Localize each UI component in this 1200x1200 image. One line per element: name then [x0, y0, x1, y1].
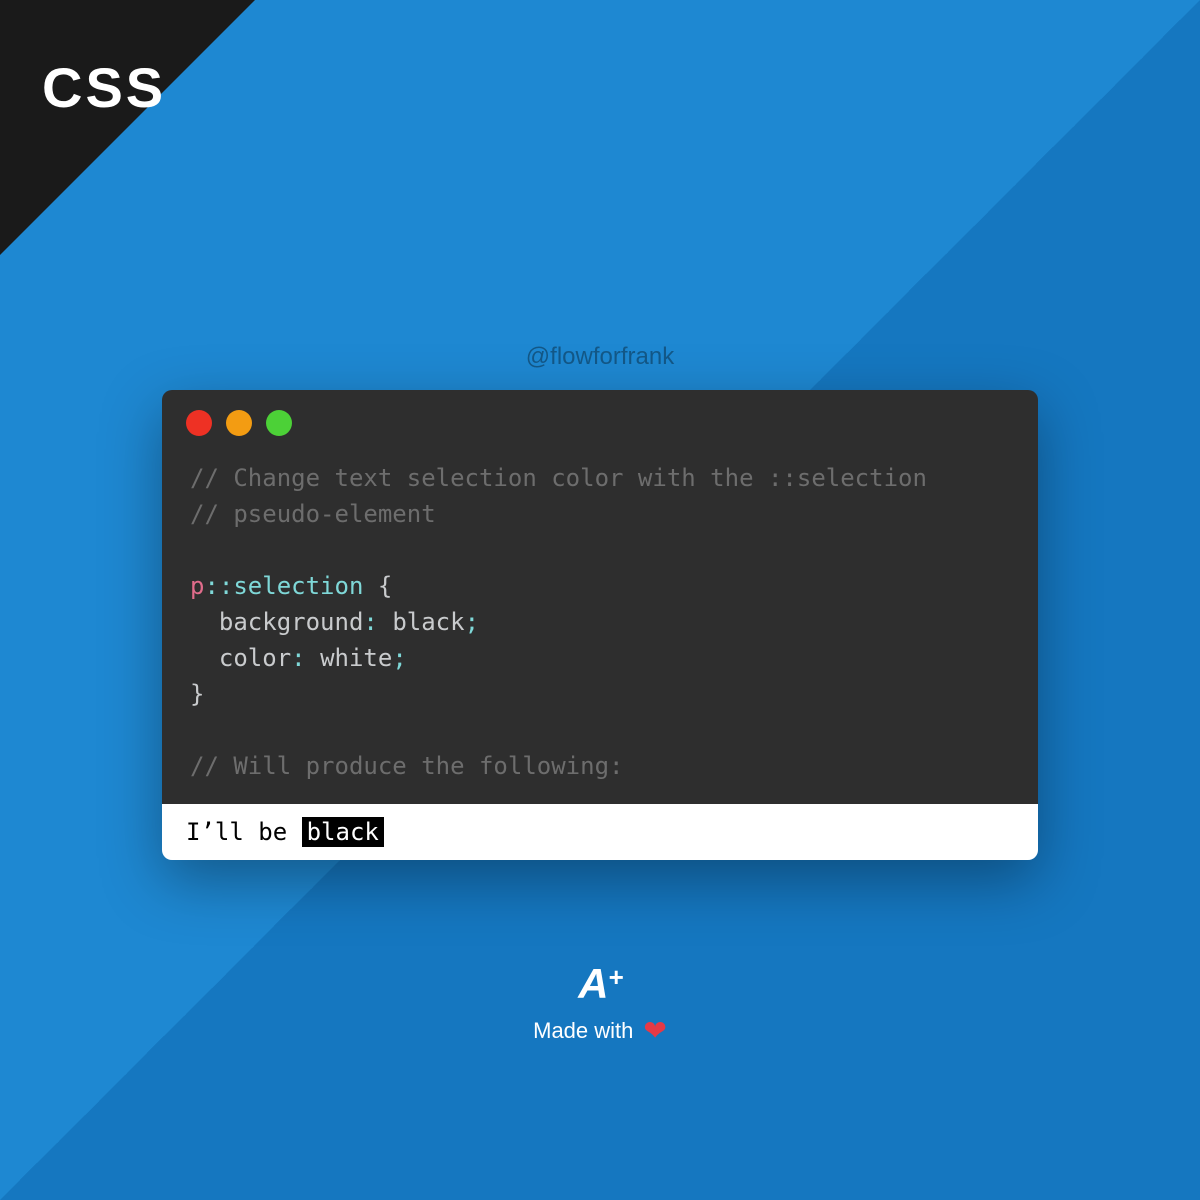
- maximize-icon[interactable]: [266, 410, 292, 436]
- logo: A+: [578, 960, 622, 1008]
- code-semicolon: ;: [392, 644, 406, 672]
- minimize-icon[interactable]: [226, 410, 252, 436]
- output-selection: black: [302, 817, 384, 847]
- code-value: white: [320, 644, 392, 672]
- footer: A+ Made with ❤: [533, 960, 667, 1047]
- logo-letter: A: [578, 960, 606, 1008]
- code-brace: {: [363, 572, 392, 600]
- watermark-handle: @flowforfrank: [526, 343, 674, 371]
- code-selector-tag: p: [190, 572, 204, 600]
- code-property: background: [219, 608, 364, 636]
- output-preview: I’ll be black: [162, 804, 1038, 860]
- code-colon: :: [291, 644, 305, 672]
- window-titlebar: [162, 390, 1038, 436]
- corner-badge: [0, 0, 255, 255]
- code-comment: // Change text selection color with the …: [190, 464, 927, 492]
- code-pseudo-colons: ::: [204, 572, 233, 600]
- code-property: color: [219, 644, 291, 672]
- close-icon[interactable]: [186, 410, 212, 436]
- code-value: black: [392, 608, 464, 636]
- made-with-text: Made with: [533, 1018, 633, 1044]
- heart-icon: ❤: [643, 1014, 666, 1047]
- made-with-line: Made with ❤: [533, 1014, 667, 1047]
- output-text: I’ll be: [186, 818, 302, 846]
- code-comment: // pseudo-element: [190, 500, 436, 528]
- code-comment: // Will produce the following:: [190, 752, 623, 780]
- code-block: // Change text selection color with the …: [162, 436, 1038, 804]
- code-colon: :: [363, 608, 377, 636]
- code-window: // Change text selection color with the …: [162, 390, 1038, 860]
- code-pseudo-name: selection: [233, 572, 363, 600]
- code-semicolon: ;: [465, 608, 479, 636]
- logo-plus-icon: +: [609, 962, 622, 993]
- corner-badge-label: CSS: [42, 55, 166, 120]
- code-brace: }: [190, 680, 204, 708]
